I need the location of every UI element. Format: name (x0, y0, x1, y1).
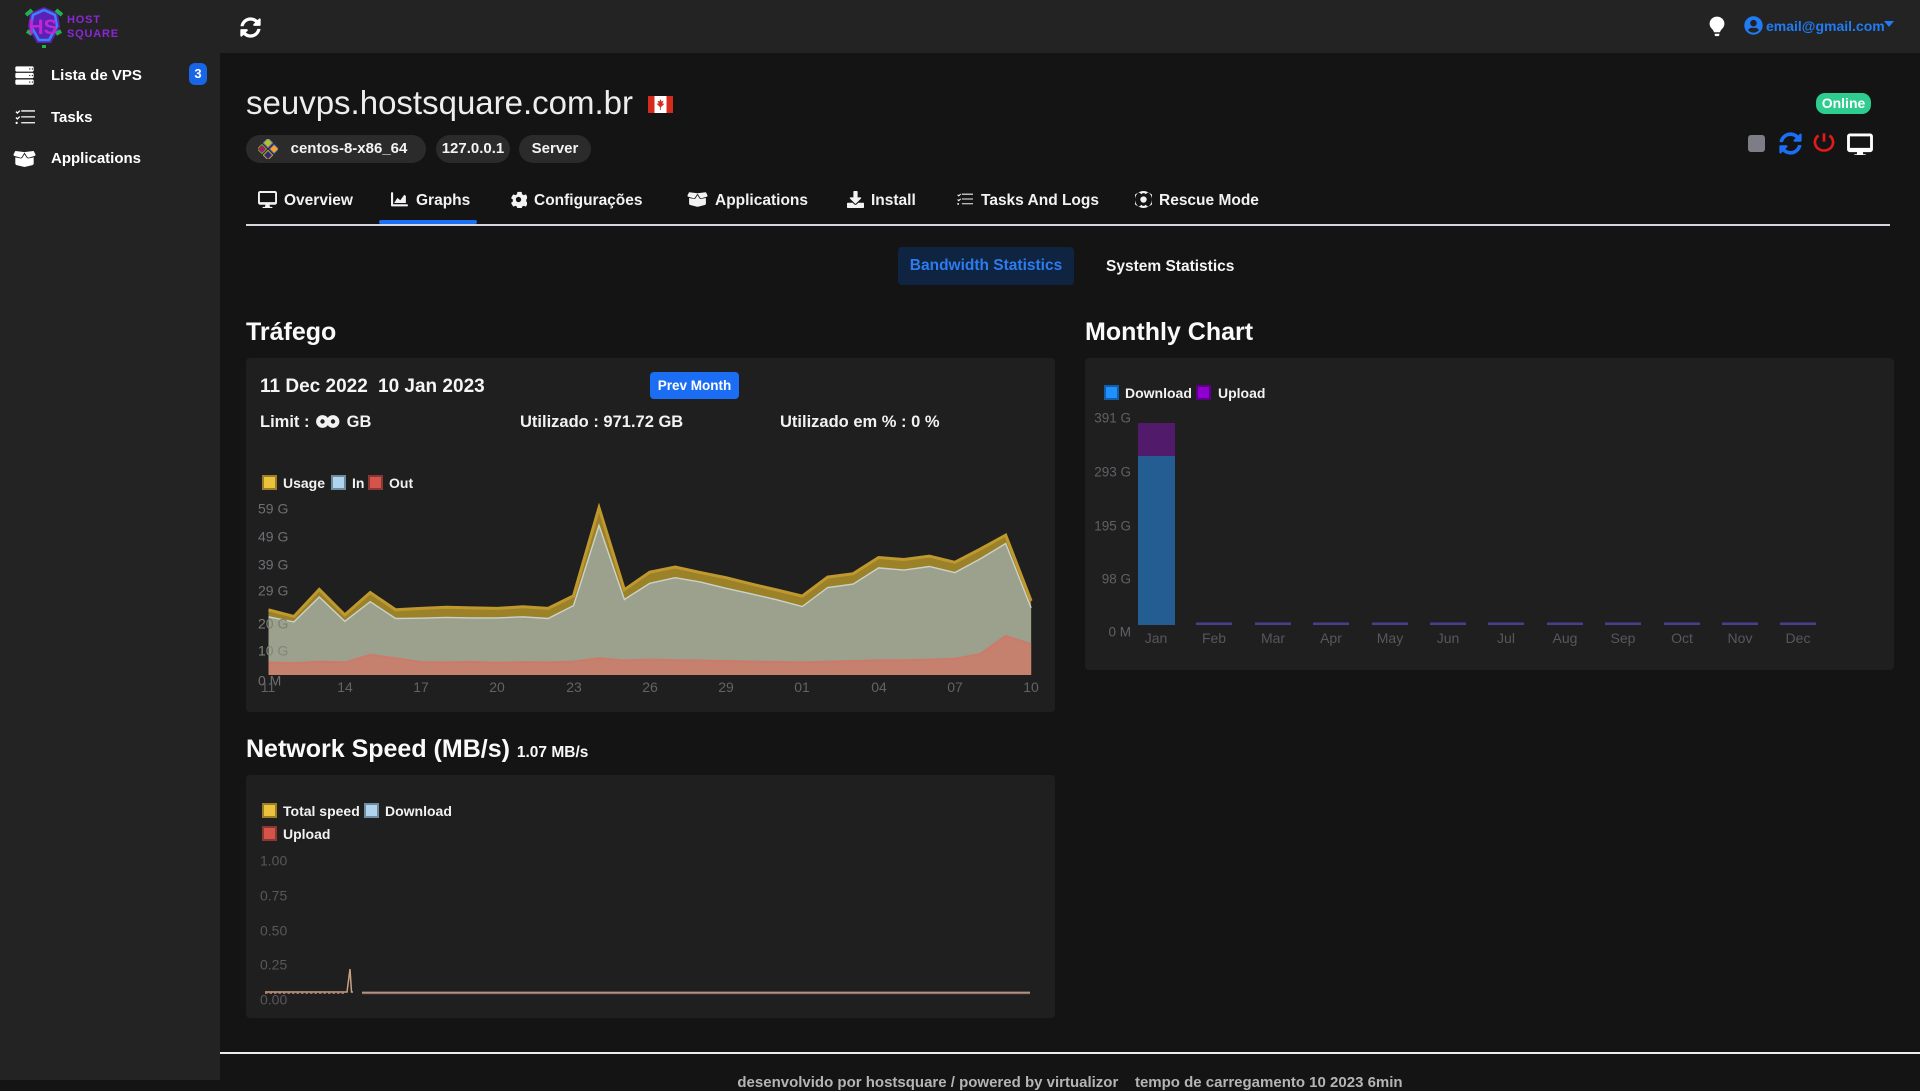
svg-text:49 G: 49 G (258, 529, 288, 545)
svg-text:293 G: 293 G (1094, 465, 1131, 480)
svg-text:Jan: Jan (1145, 630, 1168, 646)
svg-text:07: 07 (947, 679, 963, 695)
svg-text:20: 20 (489, 679, 505, 695)
svg-text:04: 04 (871, 679, 887, 695)
svg-text:0.75: 0.75 (260, 888, 287, 904)
svg-text:1.00: 1.00 (260, 853, 287, 869)
svg-text:Aug: Aug (1553, 630, 1578, 646)
svg-text:29: 29 (718, 679, 734, 695)
svg-text:Jun: Jun (1437, 630, 1460, 646)
svg-text:0 M: 0 M (1108, 625, 1131, 640)
svg-text:29 G: 29 G (258, 583, 288, 599)
svg-text:17: 17 (413, 679, 429, 695)
svg-text:Jul: Jul (1497, 630, 1515, 646)
svg-text:195 G: 195 G (1094, 519, 1131, 534)
svg-text:May: May (1377, 630, 1403, 646)
svg-text:23: 23 (566, 679, 582, 695)
svg-text:Dec: Dec (1786, 630, 1811, 646)
svg-text:391 G: 391 G (1094, 411, 1131, 426)
svg-text:HS: HS (28, 16, 57, 39)
svg-text:98 G: 98 G (1102, 572, 1131, 587)
svg-text:0.25: 0.25 (260, 957, 287, 973)
svg-text:39 G: 39 G (258, 557, 288, 573)
svg-text:Nov: Nov (1728, 630, 1753, 646)
svg-text:0.00: 0.00 (260, 992, 287, 1008)
svg-text:20 G: 20 G (258, 616, 288, 632)
svg-text:10: 10 (1023, 679, 1039, 695)
svg-text:14: 14 (337, 679, 353, 695)
svg-text:10 G: 10 G (258, 643, 288, 659)
svg-text:Feb: Feb (1202, 630, 1226, 646)
svg-text:26: 26 (642, 679, 658, 695)
svg-text:0.50: 0.50 (260, 923, 287, 939)
svg-text:Mar: Mar (1261, 630, 1285, 646)
svg-text:Apr: Apr (1320, 630, 1342, 646)
svg-text:Oct: Oct (1671, 630, 1693, 646)
svg-text:Sep: Sep (1611, 630, 1636, 646)
svg-text:59 G: 59 G (258, 501, 288, 517)
svg-text:11: 11 (261, 679, 276, 695)
svg-text:01: 01 (794, 679, 810, 695)
